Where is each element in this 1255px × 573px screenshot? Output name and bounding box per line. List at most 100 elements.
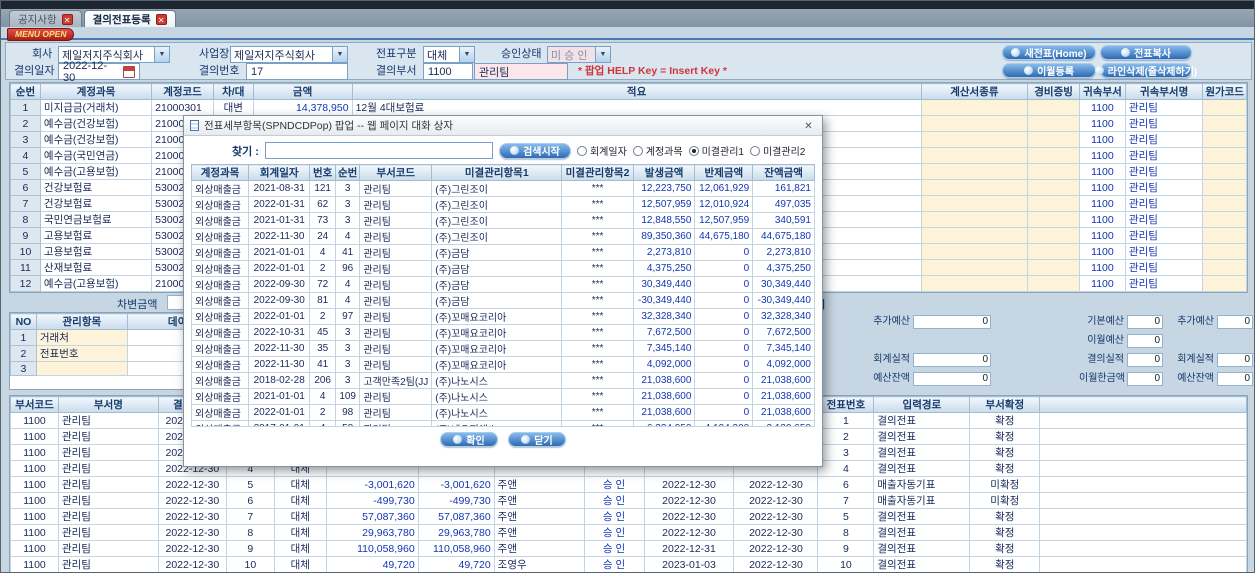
- radio-account[interactable]: 계정과목: [632, 143, 683, 158]
- cell[interactable]: 2022-12-30: [157, 476, 227, 493]
- cell[interactable]: 외상매출금: [191, 212, 250, 229]
- cell[interactable]: [1027, 259, 1080, 276]
- new-slip-button[interactable]: 새전표(Home): [1002, 45, 1096, 60]
- cell[interactable]: 1100: [1078, 147, 1126, 164]
- cell[interactable]: 외상매출금: [191, 180, 250, 197]
- cell[interactable]: [920, 147, 1029, 164]
- tab-notice[interactable]: 공지사항 ✕: [9, 10, 82, 27]
- cell[interactable]: [1039, 492, 1247, 509]
- cell[interactable]: 7: [10, 195, 41, 212]
- cell[interactable]: 결의전표: [873, 508, 971, 525]
- confirm-button[interactable]: 확인: [440, 432, 498, 447]
- cell[interactable]: 결의전표: [873, 540, 971, 557]
- cell[interactable]: 12,223,750: [632, 180, 696, 197]
- cell[interactable]: 2,273,810: [752, 244, 815, 261]
- cell[interactable]: 조영우: [493, 556, 585, 572]
- cell[interactable]: (주)꼬매요코리아: [431, 324, 563, 341]
- cell[interactable]: 4: [10, 147, 41, 164]
- cell[interactable]: (주)꼬매요코리아: [431, 356, 563, 373]
- cell[interactable]: 29,963,780: [325, 524, 419, 541]
- cell[interactable]: 확정: [969, 428, 1041, 445]
- cell[interactable]: 관리팀: [57, 556, 159, 572]
- cell[interactable]: 관리팀: [359, 308, 433, 325]
- cell[interactable]: 2022-12-30: [643, 476, 735, 493]
- cell[interactable]: 1100: [1078, 115, 1126, 132]
- cell[interactable]: 4,375,250: [632, 260, 696, 277]
- cell[interactable]: 2022-12-30: [733, 492, 819, 509]
- cell[interactable]: [1202, 275, 1247, 292]
- cell[interactable]: 12월 4대보험료: [351, 99, 922, 116]
- cell[interactable]: [1039, 508, 1247, 525]
- cell[interactable]: 35: [309, 340, 336, 357]
- cell[interactable]: [1039, 460, 1247, 477]
- cell[interactable]: -30,349,440: [632, 292, 696, 309]
- close-icon[interactable]: ✕: [801, 119, 816, 133]
- cell[interactable]: (주)금담: [431, 260, 563, 277]
- cell[interactable]: 예수금(고용보험): [39, 163, 153, 180]
- cell[interactable]: 외상매출금: [191, 196, 250, 213]
- tab-slip-entry[interactable]: 결의전표등록 ✕: [83, 10, 176, 27]
- cell[interactable]: 승 인: [583, 556, 645, 572]
- cell[interactable]: 3: [10, 131, 41, 148]
- cell[interactable]: 14,378,950: [252, 99, 353, 116]
- cell[interactable]: 매출자동기표: [873, 476, 971, 493]
- cell[interactable]: 58: [334, 420, 361, 426]
- cell[interactable]: 관리팀: [359, 276, 433, 293]
- cell[interactable]: 2018-02-28: [248, 372, 311, 389]
- cell[interactable]: [920, 179, 1029, 196]
- cell[interactable]: 2023-01-03: [643, 556, 735, 572]
- close-button[interactable]: 닫기: [508, 432, 566, 447]
- cell[interactable]: 4: [334, 276, 361, 293]
- cell[interactable]: 7,345,140: [632, 340, 696, 357]
- cell[interactable]: 고용보험료: [39, 243, 153, 260]
- table-row[interactable]: 외상매출금 2022-01-01 2 98 관리팀 (주)나노시스 *** 21,038,60…: [191, 404, 815, 421]
- cell[interactable]: 9: [225, 540, 275, 557]
- cell[interactable]: -30,349,440: [752, 292, 815, 309]
- table-row[interactable]: 외상매출금 2022-09-30 81 4 관리팀 (주)금담 *** -30,349,440…: [191, 292, 815, 309]
- cell[interactable]: 확정: [969, 508, 1041, 525]
- cell[interactable]: [1027, 243, 1080, 260]
- cell[interactable]: 2022-12-30: [643, 492, 735, 509]
- cell[interactable]: 승 인: [583, 476, 645, 493]
- cell[interactable]: 45: [309, 324, 336, 341]
- cell[interactable]: 8: [817, 524, 875, 541]
- cell[interactable]: 4: [309, 388, 336, 405]
- cell[interactable]: 1100: [10, 460, 59, 477]
- table-row[interactable]: 외상매출금 2022-01-01 2 96 관리팀 (주)금담 *** 4,375,250 0 4…: [191, 260, 815, 277]
- cell[interactable]: 49,720: [417, 556, 495, 572]
- cell[interactable]: 1: [10, 99, 41, 116]
- cell[interactable]: (주)금담: [431, 244, 563, 261]
- cell[interactable]: 4: [334, 228, 361, 245]
- cell[interactable]: 2022-12-30: [733, 508, 819, 525]
- cell[interactable]: 2: [309, 308, 336, 325]
- cell[interactable]: 10: [225, 556, 275, 572]
- cell[interactable]: 2021-01-31: [248, 212, 311, 229]
- cell[interactable]: 49,720: [325, 556, 419, 572]
- calendar-icon[interactable]: [123, 65, 135, 78]
- cell[interactable]: 건강보험료: [39, 179, 153, 196]
- cell[interactable]: 0: [694, 340, 754, 357]
- cell[interactable]: 매출자동기표: [873, 492, 971, 509]
- cell[interactable]: [1202, 211, 1247, 228]
- cell[interactable]: 5: [817, 508, 875, 525]
- table-row[interactable]: 1100 관리팀 2022-12-30 9 대체 110,058,960 110,058,9…: [10, 540, 1247, 557]
- cell[interactable]: (주)그린조이: [431, 180, 563, 197]
- slip-no-field[interactable]: 17: [246, 63, 348, 80]
- cell[interactable]: 0: [694, 356, 754, 373]
- cell[interactable]: 6,324,950: [632, 420, 696, 426]
- cell[interactable]: 관리팀: [1124, 179, 1204, 196]
- cell[interactable]: 3: [334, 180, 361, 197]
- cell[interactable]: 외상매출금: [191, 292, 250, 309]
- cell[interactable]: 1100: [1078, 195, 1126, 212]
- table-row[interactable]: 외상매출금2017-01-01458관리팀(주)네오피에스***6,324,95…: [191, 420, 815, 426]
- cell[interactable]: (주)금담: [431, 276, 563, 293]
- cell[interactable]: (주)그린조이: [431, 212, 563, 229]
- bizplace-select[interactable]: 제일저지주식회사 ▼: [230, 46, 348, 63]
- cell[interactable]: [1039, 556, 1247, 572]
- cell[interactable]: [1039, 428, 1247, 445]
- cell[interactable]: 1: [817, 412, 875, 429]
- cell[interactable]: [1027, 147, 1080, 164]
- cell[interactable]: ***: [561, 212, 634, 229]
- cell[interactable]: 0: [694, 404, 754, 421]
- cell[interactable]: [1027, 163, 1080, 180]
